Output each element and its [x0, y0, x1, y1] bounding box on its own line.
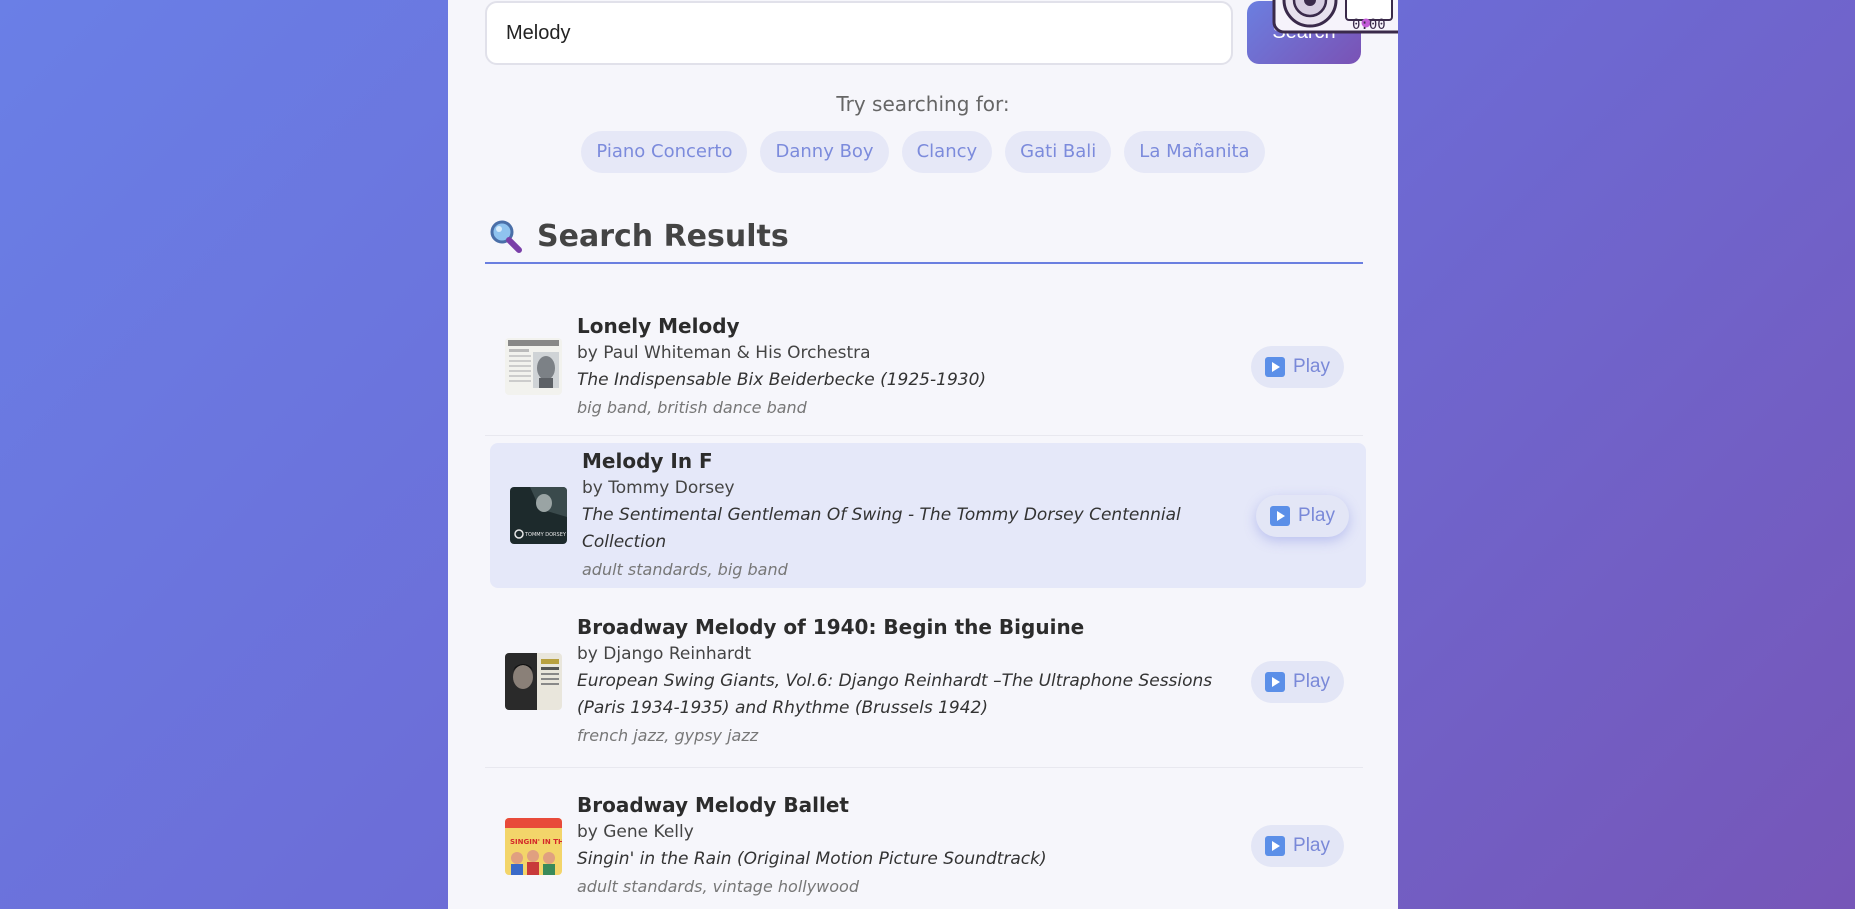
cover-text: SINGIN' IN THE RAIN — [510, 838, 562, 846]
album-name: Singin' in the Rain (Original Motion Pic… — [577, 849, 1047, 869]
genre-tags: adult standards, vintage hollywood — [577, 877, 859, 896]
play-icon — [1270, 505, 1291, 526]
boombox-logo-icon: 0:00 — [1272, 0, 1398, 34]
result-info: Lonely Melody by Paul Whiteman & His Orc… — [577, 313, 1251, 421]
results-title: Search Results — [537, 218, 789, 254]
result-info: Melody In F by Tommy Dorsey The Sentimen… — [582, 448, 1256, 583]
genre-tags: french jazz, gypsy jazz — [577, 726, 759, 745]
play-label: Play — [1293, 355, 1330, 377]
artist-name: by Django Reinhardt — [577, 644, 752, 664]
album-art: TOMMY DORSEY — [510, 487, 567, 544]
artist-name: by Paul Whiteman & His Orchestra — [577, 342, 871, 363]
play-button[interactable]: Play — [1251, 660, 1344, 703]
genre-tags: adult standards, big band — [582, 560, 788, 579]
result-row[interactable]: SINGIN' IN THE RAIN Broadway Melody Ball… — [485, 776, 1363, 909]
song-title: Broadway Melody Ballet — [577, 793, 849, 817]
play-label: Play — [1293, 670, 1330, 692]
album-art — [505, 338, 562, 395]
play-icon — [1265, 356, 1286, 377]
play-button[interactable]: Play — [1256, 494, 1349, 537]
suggestions-title: Try searching for: — [836, 92, 1010, 116]
suggestion-chip[interactable]: Clancy — [901, 131, 993, 173]
album-name: The Sentimental Gentleman Of Swing - The… — [582, 505, 1181, 552]
suggestion-chip[interactable]: Gati Bali — [1005, 131, 1112, 173]
album-name: The Indispensable Bix Beiderbecke (1925-… — [577, 369, 987, 390]
search-bar: Search — [485, 0, 1363, 66]
magnifier-icon — [490, 220, 522, 253]
artist-name: by Gene Kelly — [577, 822, 694, 842]
results-heading: Search Results — [485, 210, 1363, 264]
play-button[interactable]: Play — [1251, 345, 1344, 388]
result-info: Broadway Melody of 1940: Begin the Bigui… — [577, 614, 1251, 749]
play-label: Play — [1298, 504, 1335, 526]
result-row-hovered[interactable]: TOMMY DORSEY Melody In F by Tommy Dorsey… — [490, 443, 1366, 588]
result-row[interactable]: Lonely Melody by Paul Whiteman & His Orc… — [485, 298, 1363, 436]
album-name: European Swing Giants, Vol.6: Django Rei… — [577, 671, 1213, 718]
result-row[interactable]: Broadway Melody of 1940: Begin the Bigui… — [485, 596, 1363, 768]
song-title: Melody In F — [582, 449, 713, 473]
search-input[interactable] — [485, 1, 1233, 65]
cover-text: TOMMY DORSEY — [524, 532, 567, 538]
genre-tags: big band, british dance band — [577, 397, 807, 417]
suggestion-chips: Piano Concerto Danny Boy Clancy Gati Bal… — [448, 131, 1398, 173]
suggestion-chip[interactable]: Piano Concerto — [581, 131, 748, 173]
boombox-display: 0:00 — [1352, 17, 1386, 33]
album-art: SINGIN' IN THE RAIN — [505, 817, 562, 875]
album-art — [505, 653, 562, 710]
play-icon — [1265, 671, 1286, 692]
main-panel: Search 0:00 Try searching for: Piano Con… — [448, 0, 1398, 909]
play-button[interactable]: Play — [1251, 825, 1344, 867]
play-label: Play — [1293, 835, 1330, 856]
result-info: Broadway Melody Ballet by Gene Kelly Sin… — [577, 792, 1251, 900]
play-icon — [1265, 836, 1286, 856]
suggestion-chip[interactable]: La Mañanita — [1124, 131, 1265, 173]
artist-name: by Tommy Dorsey — [582, 478, 735, 498]
song-title: Lonely Melody — [577, 313, 740, 338]
suggestion-chip[interactable]: Danny Boy — [760, 131, 889, 173]
song-title: Broadway Melody of 1940: Begin the Bigui… — [577, 615, 1085, 639]
